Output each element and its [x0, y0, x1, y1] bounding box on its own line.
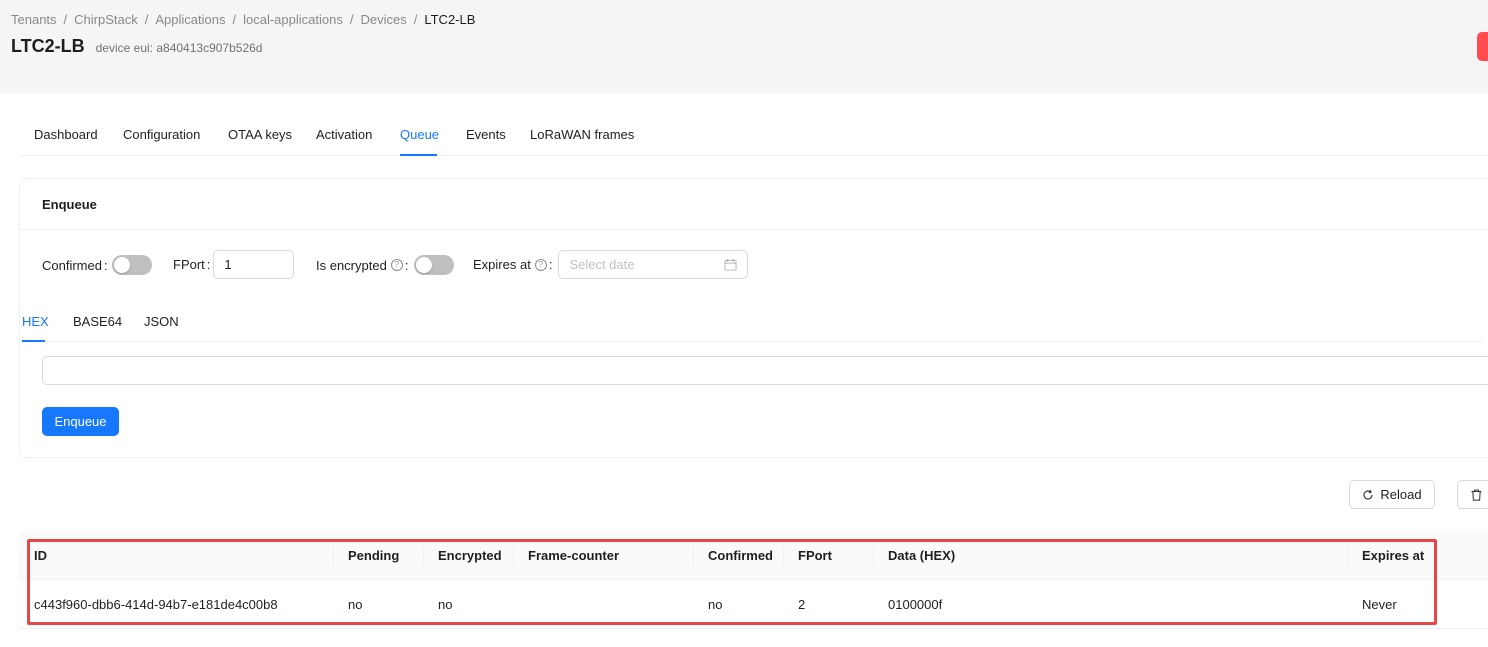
- confirmed-label: Confirmed: [42, 257, 102, 273]
- switch-knob: [113, 257, 130, 273]
- fport-label: FPort: [173, 257, 205, 272]
- column-header-pending: Pending: [348, 548, 400, 563]
- table-header: ID Pending Encrypted Frame-counter Confi…: [19, 531, 1488, 580]
- label-colon: :: [206, 257, 211, 272]
- cell-fport: 2: [798, 597, 806, 612]
- cell-pending: no: [348, 597, 363, 612]
- page-title: LTC2-LB: [11, 36, 85, 56]
- column-header-confirmed: Confirmed: [708, 548, 773, 563]
- reload-button[interactable]: Reload: [1349, 480, 1435, 509]
- column-header-id: ID: [34, 548, 47, 563]
- tab-json[interactable]: JSON: [144, 314, 179, 329]
- fport-input[interactable]: [213, 250, 295, 279]
- tab-dashboard[interactable]: Dashboard: [34, 127, 98, 142]
- expires-at-label: Expires at: [473, 257, 531, 272]
- column-header-fport: FPort: [798, 548, 832, 563]
- tab-lorawan-frames[interactable]: LoRaWAN frames: [530, 127, 634, 142]
- tab-events[interactable]: Events: [466, 127, 506, 142]
- expires-at-date-picker[interactable]: Select date: [558, 250, 749, 279]
- column-divider: [873, 546, 874, 566]
- breadcrumb-separator: /: [232, 12, 237, 27]
- calendar-icon: [724, 258, 737, 271]
- fport-field: FPort :: [173, 250, 295, 279]
- device-tabs: Dashboard Configuration OTAA keys Activa…: [19, 116, 1488, 156]
- is-encrypted-switch[interactable]: [414, 255, 455, 275]
- tab-configuration[interactable]: Configuration: [123, 127, 200, 142]
- delete-icon: [1471, 488, 1482, 501]
- is-encrypted-field: Is encrypted ? :: [316, 255, 455, 275]
- title-row: LTC2-LB device eui: a840413c907b526d: [11, 36, 262, 57]
- label-colon: :: [103, 257, 108, 273]
- payload-hex-input[interactable]: [42, 356, 1488, 385]
- question-circle-icon[interactable]: ?: [534, 258, 547, 271]
- question-circle-icon[interactable]: ?: [390, 259, 403, 271]
- date-placeholder: Select date: [569, 257, 635, 272]
- reload-icon: [1363, 489, 1373, 500]
- column-header-encrypted: Encrypted: [438, 548, 502, 563]
- column-header-frame-counter: Frame-counter: [528, 548, 620, 563]
- card-header: Enqueue: [20, 179, 1488, 230]
- cell-confirmed: no: [708, 597, 723, 612]
- payload-encoding-tabs: HEX BASE64 JSON: [22, 305, 1482, 342]
- cell-id: c443f960-dbb6-414d-94b7-e181de4c00b8: [34, 597, 278, 612]
- delete-device-button[interactable]: [1477, 32, 1488, 61]
- column-divider: [693, 546, 694, 566]
- cell-expires-at: Never: [1362, 597, 1397, 612]
- breadcrumb-current: LTC2-LB: [424, 12, 476, 27]
- tab-base64[interactable]: BASE64: [73, 314, 122, 329]
- breadcrumb-separator: /: [413, 12, 418, 27]
- switch-knob: [416, 257, 433, 273]
- confirmed-field: Confirmed :: [42, 255, 152, 275]
- active-subtab-indicator: [22, 340, 45, 342]
- breadcrumb-chirpstack[interactable]: ChirpStack: [74, 12, 138, 27]
- cell-data-hex: 0100000f: [888, 597, 943, 612]
- breadcrumb-tenants[interactable]: Tenants: [11, 12, 57, 27]
- column-divider: [1347, 546, 1348, 566]
- tab-activation[interactable]: Activation: [316, 127, 372, 142]
- device-eui: device eui: a840413c907b526d: [95, 41, 263, 55]
- column-header-expires-at: Expires at: [1362, 548, 1425, 563]
- breadcrumb-local-applications[interactable]: local-applications: [243, 12, 343, 27]
- breadcrumb-separator: /: [63, 12, 68, 27]
- reload-label: Reload: [1380, 487, 1422, 502]
- active-tab-indicator: [400, 154, 437, 156]
- expires-at-field: Expires at ? : Select date: [473, 250, 749, 279]
- is-encrypted-label: Is encrypted: [316, 257, 387, 273]
- breadcrumb-separator: /: [144, 12, 149, 27]
- column-header-data-hex: Data (HEX): [888, 548, 956, 563]
- enqueue-button[interactable]: Enqueue: [42, 407, 119, 436]
- table-row: c443f960-dbb6-414d-94b7-e181de4c00b8 no …: [19, 580, 1488, 629]
- confirmed-switch[interactable]: [111, 255, 152, 275]
- column-divider: [783, 546, 784, 566]
- tab-otaa-keys[interactable]: OTAA keys: [228, 127, 292, 142]
- breadcrumb-separator: /: [349, 12, 354, 27]
- column-divider: [513, 546, 514, 566]
- page-header: Tenants / ChirpStack / Applications / lo…: [0, 0, 1488, 93]
- column-divider: [423, 546, 424, 566]
- cell-encrypted: no: [438, 597, 453, 612]
- breadcrumb-applications[interactable]: Applications: [155, 12, 225, 27]
- label-colon: :: [548, 257, 553, 272]
- card-title: Enqueue: [42, 197, 97, 212]
- breadcrumb: Tenants / ChirpStack / Applications / lo…: [11, 12, 475, 27]
- flush-queue-button[interactable]: [1457, 480, 1488, 509]
- tab-hex[interactable]: HEX: [22, 314, 49, 329]
- column-divider: [333, 546, 334, 566]
- label-colon: :: [404, 257, 409, 273]
- queue-table: ID Pending Encrypted Frame-counter Confi…: [19, 531, 1488, 629]
- breadcrumb-devices[interactable]: Devices: [360, 12, 406, 27]
- tab-queue[interactable]: Queue: [400, 127, 439, 142]
